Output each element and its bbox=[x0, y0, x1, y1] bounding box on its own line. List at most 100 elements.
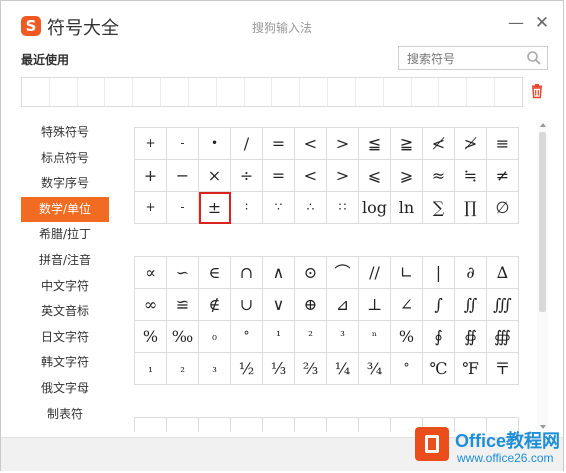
symbol-cell[interactable]: ∉ bbox=[199, 289, 231, 321]
symbol-cell[interactable]: ⌒ bbox=[327, 257, 359, 289]
minimize-button[interactable]: — bbox=[506, 13, 526, 33]
symbol-cell[interactable]: | bbox=[423, 257, 455, 289]
recent-symbol-cell[interactable] bbox=[467, 78, 496, 106]
symbol-cell[interactable]: ∝ bbox=[135, 257, 167, 289]
symbol-cell[interactable]: ℃ bbox=[423, 353, 455, 385]
symbol-cell[interactable]: ₂ bbox=[167, 353, 199, 385]
symbol-cell[interactable]: ≠ bbox=[487, 160, 519, 192]
search-box[interactable] bbox=[398, 46, 548, 70]
symbol-cell[interactable]: ⅔ bbox=[295, 353, 327, 385]
symbol-cell[interactable]: ° bbox=[391, 353, 423, 385]
sidebar-item[interactable]: 韩文字符 bbox=[21, 350, 109, 376]
symbol-cell[interactable]: ° bbox=[231, 321, 263, 353]
trash-icon[interactable] bbox=[529, 83, 545, 99]
symbol-cell[interactable]: ∴ bbox=[295, 192, 327, 224]
symbol-cell[interactable]: ∏ bbox=[455, 192, 487, 224]
symbol-cell[interactable] bbox=[263, 418, 295, 432]
recent-symbol-cell[interactable] bbox=[22, 78, 50, 106]
symbol-cell[interactable]: ÷ bbox=[231, 160, 263, 192]
symbol-cell[interactable]: ⊿ bbox=[327, 289, 359, 321]
symbol-cell[interactable]: < bbox=[295, 128, 327, 160]
symbol-cell[interactable]: ‰ bbox=[167, 321, 199, 353]
recent-symbol-cell[interactable] bbox=[245, 78, 273, 106]
symbol-cell[interactable]: ∅ bbox=[487, 192, 519, 224]
symbol-cell[interactable]: + bbox=[135, 160, 167, 192]
symbol-cell[interactable]: ∵ bbox=[263, 192, 295, 224]
sidebar-item[interactable]: 拼音/注音 bbox=[21, 248, 109, 274]
symbol-cell[interactable]: ∷ bbox=[327, 192, 359, 224]
symbol-cell[interactable]: ∭ bbox=[487, 289, 519, 321]
recent-symbol-cell[interactable] bbox=[133, 78, 162, 106]
sidebar-item[interactable]: 数学/单位 bbox=[21, 196, 109, 223]
symbol-cell[interactable]: ℉ bbox=[455, 353, 487, 385]
recent-symbol-cell[interactable] bbox=[495, 78, 522, 106]
symbol-cell[interactable]: ∂ bbox=[455, 257, 487, 289]
symbol-cell[interactable]: ¹ bbox=[263, 321, 295, 353]
symbol-cell[interactable]: ∫ bbox=[423, 289, 455, 321]
symbol-cell[interactable]: % bbox=[135, 321, 167, 353]
symbol-cell[interactable]: ∬ bbox=[455, 289, 487, 321]
symbol-cell[interactable]: ¼ bbox=[327, 353, 359, 385]
recent-symbol-cell[interactable] bbox=[50, 78, 78, 106]
symbol-cell[interactable]: − bbox=[167, 160, 199, 192]
symbol-cell[interactable]: ₁ bbox=[135, 353, 167, 385]
scroll-up-icon[interactable] bbox=[540, 123, 546, 127]
search-icon[interactable] bbox=[526, 50, 542, 66]
symbol-cell[interactable]: ⅓ bbox=[263, 353, 295, 385]
symbol-cell[interactable] bbox=[327, 418, 359, 432]
symbol-cell[interactable]: / bbox=[231, 128, 263, 160]
symbol-cell[interactable]: ≯ bbox=[455, 128, 487, 160]
symbol-cell[interactable]: • bbox=[199, 128, 231, 160]
symbol-cell[interactable]: - bbox=[167, 192, 199, 224]
symbol-cell[interactable]: - bbox=[167, 128, 199, 160]
recent-symbol-cell[interactable] bbox=[78, 78, 106, 106]
search-input[interactable] bbox=[405, 48, 529, 70]
symbol-cell[interactable]: ≦ bbox=[359, 128, 391, 160]
symbol-cell[interactable]: ≮ bbox=[423, 128, 455, 160]
symbol-cell[interactable]: ∯ bbox=[455, 321, 487, 353]
symbol-cell[interactable]: ∧ bbox=[263, 257, 295, 289]
symbol-cell[interactable]: ≧ bbox=[391, 128, 423, 160]
symbol-cell[interactable]: ≡ bbox=[487, 128, 519, 160]
sidebar-item[interactable]: 中文字符 bbox=[21, 274, 109, 300]
vertical-scrollbar[interactable] bbox=[537, 120, 548, 432]
recent-symbol-cell[interactable] bbox=[105, 78, 134, 106]
symbol-cell[interactable]: ∮ bbox=[423, 321, 455, 353]
symbol-cell[interactable] bbox=[359, 418, 391, 432]
recent-symbol-cell[interactable] bbox=[328, 78, 356, 106]
symbol-cell[interactable]: ∩ bbox=[231, 257, 263, 289]
symbol-cell[interactable]: ⊕ bbox=[295, 289, 327, 321]
symbol-cell[interactable]: ∠ bbox=[391, 289, 423, 321]
symbol-cell[interactable]: ∽ bbox=[167, 257, 199, 289]
recent-symbol-cell[interactable] bbox=[384, 78, 412, 106]
symbol-cell[interactable]: ⩾ bbox=[391, 160, 423, 192]
symbol-cell[interactable]: ² bbox=[295, 321, 327, 353]
symbol-cell[interactable]: ≈ bbox=[423, 160, 455, 192]
symbol-cell[interactable]: ⁿ bbox=[359, 321, 391, 353]
symbol-cell[interactable] bbox=[135, 418, 167, 432]
symbol-cell[interactable]: ∈ bbox=[199, 257, 231, 289]
sidebar-item[interactable]: 日文字符 bbox=[21, 325, 109, 351]
sidebar-item[interactable]: 特殊符号 bbox=[21, 120, 109, 146]
symbol-cell[interactable] bbox=[295, 418, 327, 432]
symbol-cell[interactable]: × bbox=[199, 160, 231, 192]
sidebar-item[interactable]: 英文音标 bbox=[21, 299, 109, 325]
symbol-cell[interactable]: ³ bbox=[327, 321, 359, 353]
recent-symbol-cell[interactable] bbox=[217, 78, 245, 106]
symbol-cell[interactable]: > bbox=[327, 128, 359, 160]
symbol-cell[interactable]: < bbox=[295, 160, 327, 192]
symbol-cell[interactable]: + bbox=[135, 128, 167, 160]
symbol-cell[interactable]: + bbox=[135, 192, 167, 224]
title-bar[interactable]: S 符号大全 搜狗输入法 — ✕ bbox=[1, 1, 563, 45]
symbol-cell[interactable]: ∞ bbox=[135, 289, 167, 321]
symbol-cell[interactable]: ∰ bbox=[487, 321, 519, 353]
symbol-cell[interactable]: ⊙ bbox=[295, 257, 327, 289]
symbol-cell[interactable]: log bbox=[359, 192, 391, 224]
sidebar-item[interactable]: 俄文字母 bbox=[21, 376, 109, 402]
symbol-cell[interactable]: ≌ bbox=[167, 289, 199, 321]
close-button[interactable]: ✕ bbox=[532, 13, 552, 33]
recent-symbol-cell[interactable] bbox=[161, 78, 189, 106]
symbol-cell[interactable]: ∑ bbox=[423, 192, 455, 224]
symbol-cell[interactable]: = bbox=[263, 160, 295, 192]
symbol-cell[interactable]: ₀ bbox=[199, 321, 231, 353]
